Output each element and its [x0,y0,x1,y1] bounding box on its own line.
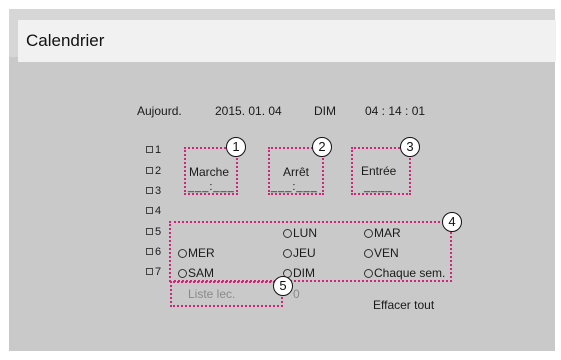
playlist-label[interactable]: Liste lec. [188,287,235,301]
today-time: 04 : 14 : 01 [365,104,426,118]
callout-3: 3 [400,137,420,157]
slot-item[interactable]: 6 [146,246,161,258]
callout-1: 1 [226,137,246,157]
day-option-weekly[interactable]: Chaque sem. [364,266,445,280]
day-option-ven[interactable]: VEN [364,246,399,260]
radio-icon [364,229,373,238]
today-day: DIM [314,104,336,118]
callout-4: 4 [442,212,462,232]
checkbox-icon [146,207,153,214]
callout-5: 5 [273,276,293,296]
slot-item[interactable]: 7 [146,266,161,278]
stop-time-field[interactable]: ___:___ [271,181,318,193]
radio-icon [178,269,187,278]
checkbox-icon [146,248,153,255]
radio-icon [178,249,187,258]
day-option-jeu[interactable]: JEU [283,246,316,260]
start-time-label[interactable]: Marche [189,165,229,179]
checkbox-icon [146,167,153,174]
day-option-mer[interactable]: MER [178,246,215,260]
slot-item[interactable]: 3 [146,185,161,197]
today-date: 2015. 01. 04 [215,104,282,118]
radio-icon [283,249,292,258]
input-source-field[interactable]: ____ [364,181,392,193]
checkbox-icon [146,187,153,194]
day-option-mar[interactable]: MAR [364,226,401,240]
slot-item[interactable]: 2 [146,165,161,177]
input-source-label[interactable]: Entrée [361,164,396,178]
radio-icon [364,249,373,258]
slot-item[interactable]: 4 [146,205,161,217]
day-option-sam[interactable]: SAM [178,266,214,280]
checkbox-icon [146,228,153,235]
start-time-field[interactable]: ___:___ [188,181,235,193]
playlist-value: 0 [293,287,300,301]
callout-2: 2 [312,137,332,157]
slot-item[interactable]: 5 [146,226,161,238]
day-option-lun[interactable]: LUN [283,226,317,240]
clear-all-button[interactable]: Effacer tout [373,298,434,312]
today-label: Aujourd. [137,104,182,118]
checkbox-icon [146,146,153,153]
checkbox-icon [146,268,153,275]
radio-icon [283,229,292,238]
window-title: Calendrier [26,31,105,50]
radio-icon [364,269,373,278]
stop-time-label[interactable]: Arrêt [283,165,309,179]
slot-item[interactable]: 1 [146,144,161,156]
